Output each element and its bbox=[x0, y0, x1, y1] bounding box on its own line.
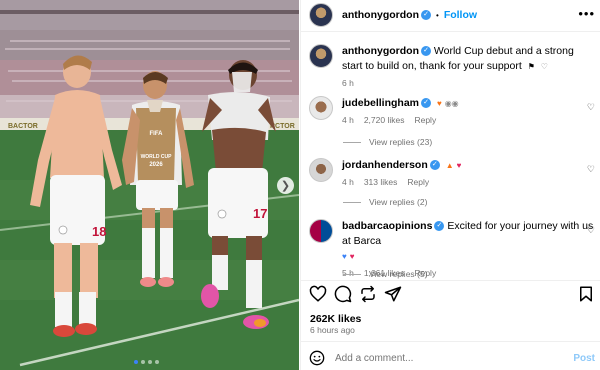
carousel-next-button[interactable]: ❯ bbox=[277, 177, 294, 194]
like-comment-icon[interactable]: ♡ bbox=[587, 102, 595, 113]
post-actions bbox=[309, 285, 595, 305]
fire-icon: ▲ bbox=[445, 161, 454, 170]
view-replies-label: View replies (5) bbox=[369, 269, 428, 279]
comment-time: 4 h bbox=[342, 177, 354, 187]
comment-username[interactable]: judebellingham bbox=[342, 97, 419, 109]
actions-divider bbox=[301, 280, 600, 281]
post-photo[interactable]: BACTOR RCTOR 18 FIFA WORLD CUP 2026 17 ❯ bbox=[0, 0, 299, 370]
handshake-icon: ♥ bbox=[436, 99, 442, 108]
emoji-smiley-icon[interactable] bbox=[309, 350, 325, 366]
left-player-shorts-number: 18 bbox=[92, 224, 106, 239]
avatar[interactable] bbox=[309, 158, 333, 182]
bib-text-year: 2026 bbox=[149, 162, 163, 168]
bib-text-fifa: FIFA bbox=[150, 131, 164, 137]
bib-text-world-cup: WORLD CUP bbox=[141, 154, 172, 160]
like-comment-icon[interactable]: ♡ bbox=[587, 164, 595, 175]
post-comment-button[interactable]: Post bbox=[573, 353, 595, 364]
red-heart-icon: ♥ bbox=[349, 252, 355, 261]
replies-line bbox=[343, 141, 361, 143]
carousel-dot bbox=[141, 360, 145, 364]
avatar[interactable] bbox=[309, 44, 333, 68]
comment-username[interactable]: jordanhenderson bbox=[342, 159, 428, 171]
comment-likes[interactable]: 2,720 likes bbox=[364, 115, 405, 125]
carousel-dot bbox=[134, 360, 138, 364]
verified-badge-icon: ✓ bbox=[429, 160, 440, 171]
add-comment-bar: Post bbox=[309, 349, 595, 367]
blue-heart-icon: ♥ bbox=[342, 252, 347, 261]
header-divider bbox=[301, 31, 600, 32]
view-replies-label: View replies (2) bbox=[369, 197, 428, 207]
photo-illustration: BACTOR RCTOR 18 FIFA WORLD CUP 2026 17 bbox=[0, 0, 299, 370]
repost-icon[interactable] bbox=[359, 285, 377, 303]
carousel-dots bbox=[134, 360, 159, 364]
separator-dot: • bbox=[436, 10, 439, 20]
carousel-dot bbox=[148, 360, 152, 364]
verified-badge-icon: ✓ bbox=[421, 10, 431, 20]
comment-bubble-icon[interactable] bbox=[334, 285, 352, 303]
avatar[interactable] bbox=[309, 219, 333, 243]
comment-item: judebellingham ✓ ♥ ◉◉ 4 h 2,720 likes Repl… bbox=[309, 96, 595, 125]
comment-username[interactable]: badbarcaopinions bbox=[342, 220, 432, 232]
more-options-icon[interactable]: ••• bbox=[578, 6, 595, 21]
comment-likes[interactable]: 313 likes bbox=[364, 177, 398, 187]
post-header: anthonygordon ✓ • Follow ••• bbox=[309, 3, 595, 27]
view-replies-label: View replies (23) bbox=[369, 137, 433, 147]
post-details-panel: anthonygordon ✓ • Follow ••• anthonygord… bbox=[300, 0, 600, 370]
flag-icon: ⚑ bbox=[527, 62, 535, 71]
post-caption: anthonygordon ✓ World Cup debut and a str… bbox=[309, 44, 595, 88]
share-send-icon[interactable] bbox=[384, 285, 402, 303]
carousel-dot bbox=[155, 360, 159, 364]
verified-badge-icon: ✓ bbox=[421, 46, 431, 57]
caption-username[interactable]: anthonygordon bbox=[342, 45, 419, 57]
view-replies-button[interactable]: View replies (2) bbox=[343, 197, 427, 207]
replies-line bbox=[343, 273, 361, 275]
heart-icon: ♥ bbox=[456, 161, 462, 170]
avatar[interactable] bbox=[309, 96, 333, 120]
view-replies-button[interactable]: View replies (23) bbox=[343, 137, 432, 147]
view-replies-button[interactable]: View replies (5) bbox=[343, 269, 427, 279]
like-heart-icon[interactable] bbox=[309, 285, 327, 303]
like-comment-icon[interactable]: ♡ bbox=[587, 225, 595, 236]
right-player-shorts-number: 17 bbox=[253, 206, 267, 221]
heart-icon: ♡ bbox=[540, 62, 548, 71]
reply-button[interactable]: Reply bbox=[407, 177, 429, 187]
follow-button[interactable]: Follow bbox=[444, 9, 477, 21]
author-username[interactable]: anthonygordon bbox=[342, 9, 419, 21]
verified-badge-icon: ✓ bbox=[421, 98, 432, 109]
comment-time: 4 h bbox=[342, 115, 354, 125]
post-timestamp: 6 hours ago bbox=[310, 325, 355, 335]
caption-time: 6 h bbox=[342, 78, 354, 88]
eyes-icon: ◉◉ bbox=[444, 99, 459, 108]
replies-line bbox=[343, 201, 361, 203]
comment-divider bbox=[301, 341, 600, 342]
bookmark-save-icon[interactable] bbox=[577, 285, 595, 303]
comment-item: jordanhenderson ✓ ▲ ♥ 4 h 313 likes Reply … bbox=[309, 158, 595, 187]
verified-badge-icon: ✓ bbox=[434, 221, 445, 232]
reply-button[interactable]: Reply bbox=[414, 115, 436, 125]
svg-text:BACTOR: BACTOR bbox=[8, 123, 38, 130]
avatar[interactable] bbox=[309, 3, 333, 27]
add-comment-input[interactable] bbox=[335, 352, 574, 364]
likes-count[interactable]: 262K likes bbox=[310, 313, 361, 325]
